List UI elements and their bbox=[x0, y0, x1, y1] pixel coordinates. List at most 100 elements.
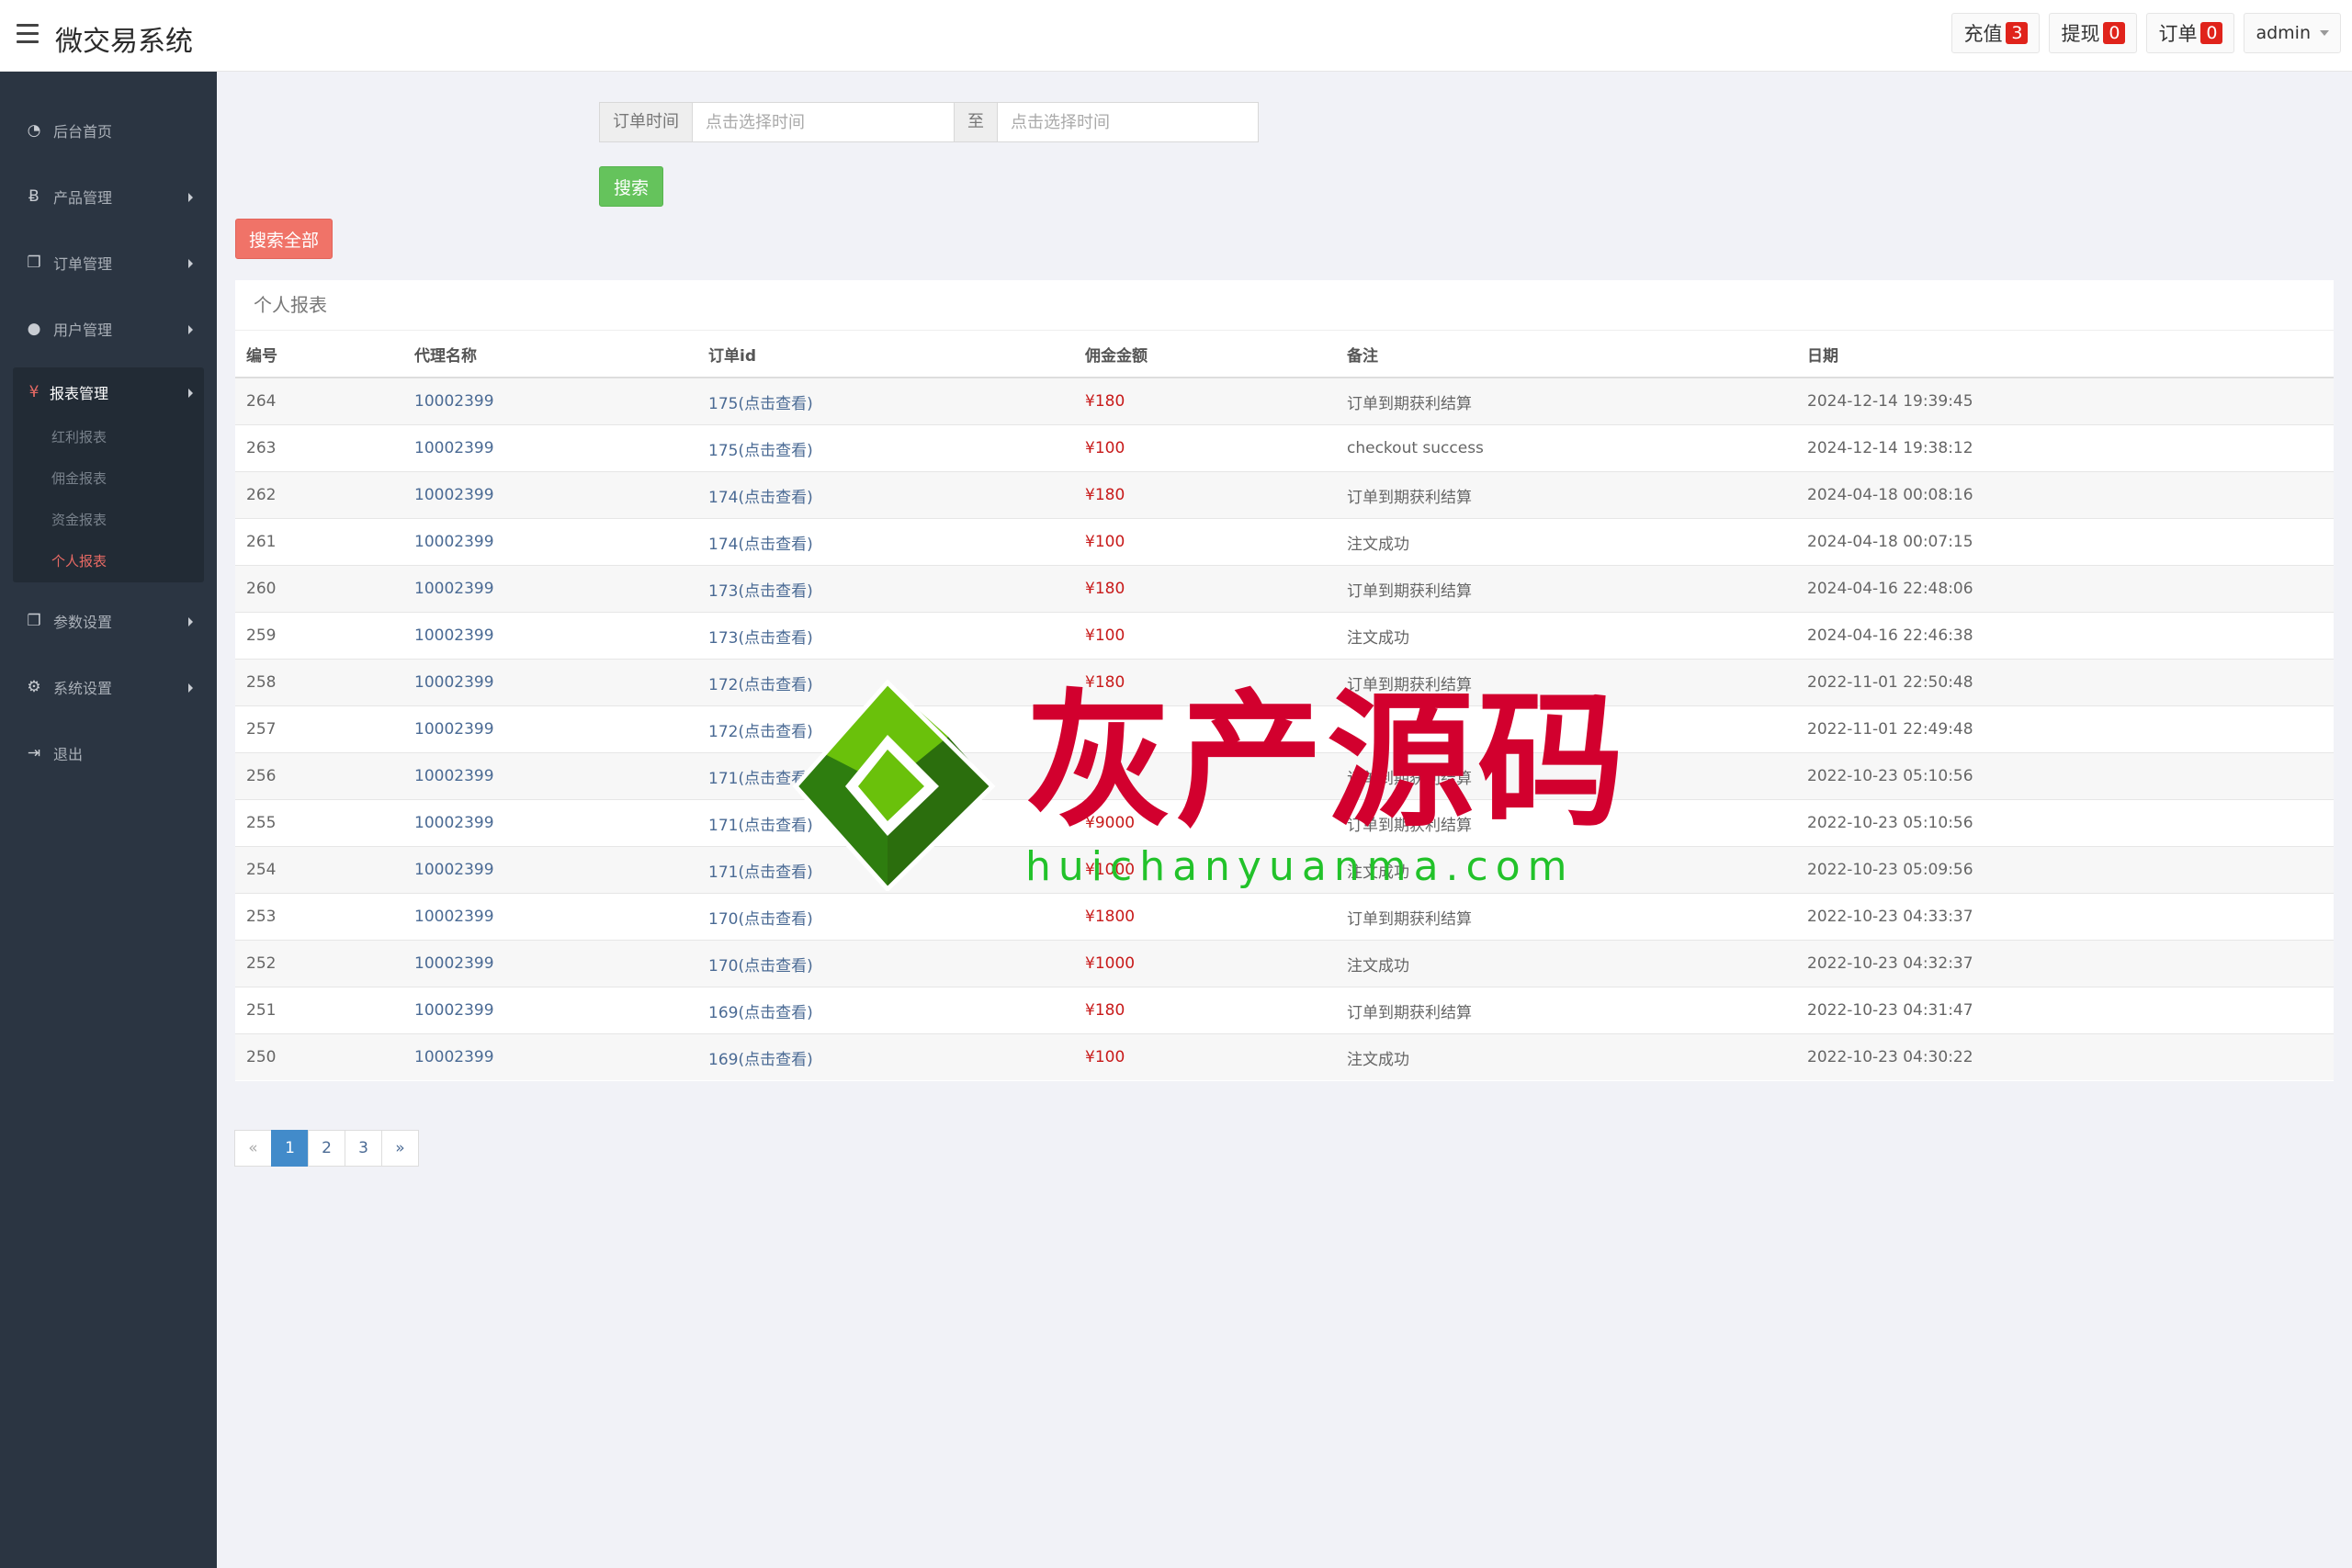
cell-agent: 10002399 bbox=[403, 1033, 697, 1080]
cell-id: 259 bbox=[235, 612, 403, 660]
page-2-button[interactable]: 2 bbox=[308, 1130, 345, 1167]
order-detail-link[interactable]: 170(点击查看) bbox=[708, 957, 813, 976]
search-form: 订单时间 至 bbox=[599, 102, 1259, 142]
sidebar-item-products[interactable]: Ƀ 产品管理 bbox=[0, 164, 217, 230]
cell-date: 2024-04-16 22:46:38 bbox=[1796, 612, 2334, 660]
next-page-button[interactable]: » bbox=[381, 1130, 419, 1167]
sidebar-item-system[interactable]: ⚙ 系统设置 bbox=[0, 654, 217, 720]
caret-right-icon bbox=[188, 325, 193, 334]
dashboard-icon: ◔ bbox=[27, 121, 41, 140]
column-header-date: 日期 bbox=[1796, 331, 2334, 378]
cell-note: 注文成功 bbox=[1336, 1033, 1796, 1080]
cell-agent: 10002399 bbox=[403, 612, 697, 660]
prev-page-button[interactable]: « bbox=[234, 1130, 272, 1167]
cell-date: 2022-10-23 05:10:56 bbox=[1796, 752, 2334, 800]
sidebar-item-orders[interactable]: ❐ 订单管理 bbox=[0, 230, 217, 296]
order-detail-link[interactable]: 173(点击查看) bbox=[708, 582, 813, 601]
cell-commission: ¥1800 bbox=[1074, 893, 1336, 941]
page-1-button[interactable]: 1 bbox=[271, 1130, 309, 1167]
order-time-label: 订单时间 bbox=[599, 102, 693, 142]
order-detail-link[interactable]: 174(点击查看) bbox=[708, 489, 813, 507]
caret-right-icon bbox=[188, 389, 193, 398]
order-detail-link[interactable]: 174(点击查看) bbox=[708, 536, 813, 554]
order-detail-link[interactable]: 169(点击查看) bbox=[708, 1051, 813, 1069]
recharge-button[interactable]: 充值 3 bbox=[1951, 13, 2041, 53]
table-row: 250 10002399 169(点击查看) ¥100 注文成功 2022-10-23 0… bbox=[235, 1033, 2334, 1080]
cell-commission: ¥180 bbox=[1074, 377, 1336, 425]
sidebar-subitem-funds-report[interactable]: 资金报表 bbox=[13, 500, 204, 541]
orders-badge: 0 bbox=[2200, 22, 2223, 44]
withdraw-button[interactable]: 提现 0 bbox=[2049, 13, 2138, 53]
search-all-button[interactable]: 搜索全部 bbox=[235, 219, 333, 259]
cell-date: 2022-10-23 04:33:37 bbox=[1796, 893, 2334, 941]
cell-order-id: 169(点击查看) bbox=[697, 987, 1074, 1034]
sidebar-item-label: 用户管理 bbox=[53, 321, 113, 339]
cell-note: 注文成功 bbox=[1336, 612, 1796, 660]
cell-order-id: 174(点击查看) bbox=[697, 518, 1074, 566]
cell-agent: 10002399 bbox=[403, 752, 697, 800]
cell-date: 2022-10-23 04:32:37 bbox=[1796, 940, 2334, 987]
cell-id: 257 bbox=[235, 705, 403, 753]
sidebar-item-params[interactable]: ❐ 参数设置 bbox=[0, 588, 217, 654]
withdraw-label: 提现 bbox=[2061, 23, 2100, 45]
cell-note: 订单到期获利结算 bbox=[1336, 987, 1796, 1034]
sidebar-subitem-commission-report[interactable]: 佣金报表 bbox=[13, 458, 204, 500]
caret-down-icon bbox=[2320, 30, 2329, 36]
table-header-row: 编号 代理名称 订单id 佣金金额 备注 日期 bbox=[235, 331, 2334, 378]
end-date-input[interactable] bbox=[998, 102, 1259, 142]
page-3-button[interactable]: 3 bbox=[345, 1130, 382, 1167]
watermark-url: huichanyuanma.com bbox=[1025, 843, 1575, 890]
sidebar-item-logout[interactable]: ⇥ 退出 bbox=[0, 720, 217, 786]
start-date-input[interactable] bbox=[693, 102, 954, 142]
cell-note: 注文成功 bbox=[1336, 940, 1796, 987]
user-menu-button[interactable]: admin bbox=[2244, 13, 2341, 53]
recharge-badge: 3 bbox=[2006, 22, 2029, 44]
cell-commission: ¥100 bbox=[1074, 1033, 1336, 1080]
search-button[interactable]: 搜索 bbox=[599, 166, 663, 207]
cell-order-id: 173(点击查看) bbox=[697, 565, 1074, 613]
cell-order-id: 170(点击查看) bbox=[697, 893, 1074, 941]
sidebar-item-label: 报表管理 bbox=[50, 385, 109, 402]
cell-commission: ¥180 bbox=[1074, 565, 1336, 613]
cell-date: 2022-11-01 22:49:48 bbox=[1796, 705, 2334, 753]
cell-date: 2022-10-23 05:10:56 bbox=[1796, 799, 2334, 847]
sidebar-subitem-personal-report[interactable]: 个人报表 bbox=[13, 541, 204, 582]
sidebar: ◔ 后台首页 Ƀ 产品管理 ❐ 订单管理 ● 用户管理 ¥ 报表管理 红利报表 … bbox=[0, 72, 217, 1568]
cell-note: 注文成功 bbox=[1336, 518, 1796, 566]
menu-toggle-icon[interactable] bbox=[17, 24, 39, 44]
signout-icon: ⇥ bbox=[27, 744, 41, 762]
cell-agent: 10002399 bbox=[403, 987, 697, 1034]
sidebar-item-dashboard[interactable]: ◔ 后台首页 bbox=[0, 97, 217, 164]
date-separator: 至 bbox=[954, 102, 998, 142]
cell-order-id: 175(点击查看) bbox=[697, 424, 1074, 472]
sidebar-item-reports[interactable]: ¥ 报表管理 bbox=[13, 367, 204, 417]
cell-note: 订单到期获利结算 bbox=[1336, 565, 1796, 613]
cell-date: 2022-10-23 04:30:22 bbox=[1796, 1033, 2334, 1080]
sidebar-item-label: 后台首页 bbox=[53, 123, 113, 141]
table-row: 262 10002399 174(点击查看) ¥180 订单到期获利结算 2024-04-… bbox=[235, 471, 2334, 519]
sidebar-subitem-bonus-report[interactable]: 红利报表 bbox=[13, 417, 204, 458]
orders-button[interactable]: 订单 0 bbox=[2146, 13, 2235, 53]
cell-id: 258 bbox=[235, 659, 403, 706]
watermark-logo-icon bbox=[792, 680, 996, 891]
cell-agent: 10002399 bbox=[403, 424, 697, 472]
sidebar-item-label: 订单管理 bbox=[53, 255, 113, 273]
sidebar-group-reports: ¥ 报表管理 红利报表 佣金报表 资金报表 个人报表 bbox=[13, 367, 204, 582]
sidebar-item-users[interactable]: ● 用户管理 bbox=[0, 296, 217, 362]
cell-date: 2022-10-23 05:09:56 bbox=[1796, 846, 2334, 894]
table-row: 261 10002399 174(点击查看) ¥100 注文成功 2024-04-18 0… bbox=[235, 518, 2334, 566]
table-row: 263 10002399 175(点击查看) ¥100 checkout success… bbox=[235, 424, 2334, 472]
cell-agent: 10002399 bbox=[403, 471, 697, 519]
caret-right-icon bbox=[188, 193, 193, 202]
cell-agent: 10002399 bbox=[403, 377, 697, 425]
app-title: 微交易系统 bbox=[55, 26, 193, 58]
order-detail-link[interactable]: 175(点击查看) bbox=[708, 395, 813, 413]
cell-order-id: 173(点击查看) bbox=[697, 612, 1074, 660]
order-detail-link[interactable]: 175(点击查看) bbox=[708, 442, 813, 460]
order-detail-link[interactable]: 169(点击查看) bbox=[708, 1004, 813, 1022]
cell-id: 252 bbox=[235, 940, 403, 987]
cell-id: 250 bbox=[235, 1033, 403, 1080]
order-detail-link[interactable]: 170(点击查看) bbox=[708, 910, 813, 929]
cell-date: 2024-04-16 22:48:06 bbox=[1796, 565, 2334, 613]
order-detail-link[interactable]: 173(点击查看) bbox=[708, 629, 813, 648]
